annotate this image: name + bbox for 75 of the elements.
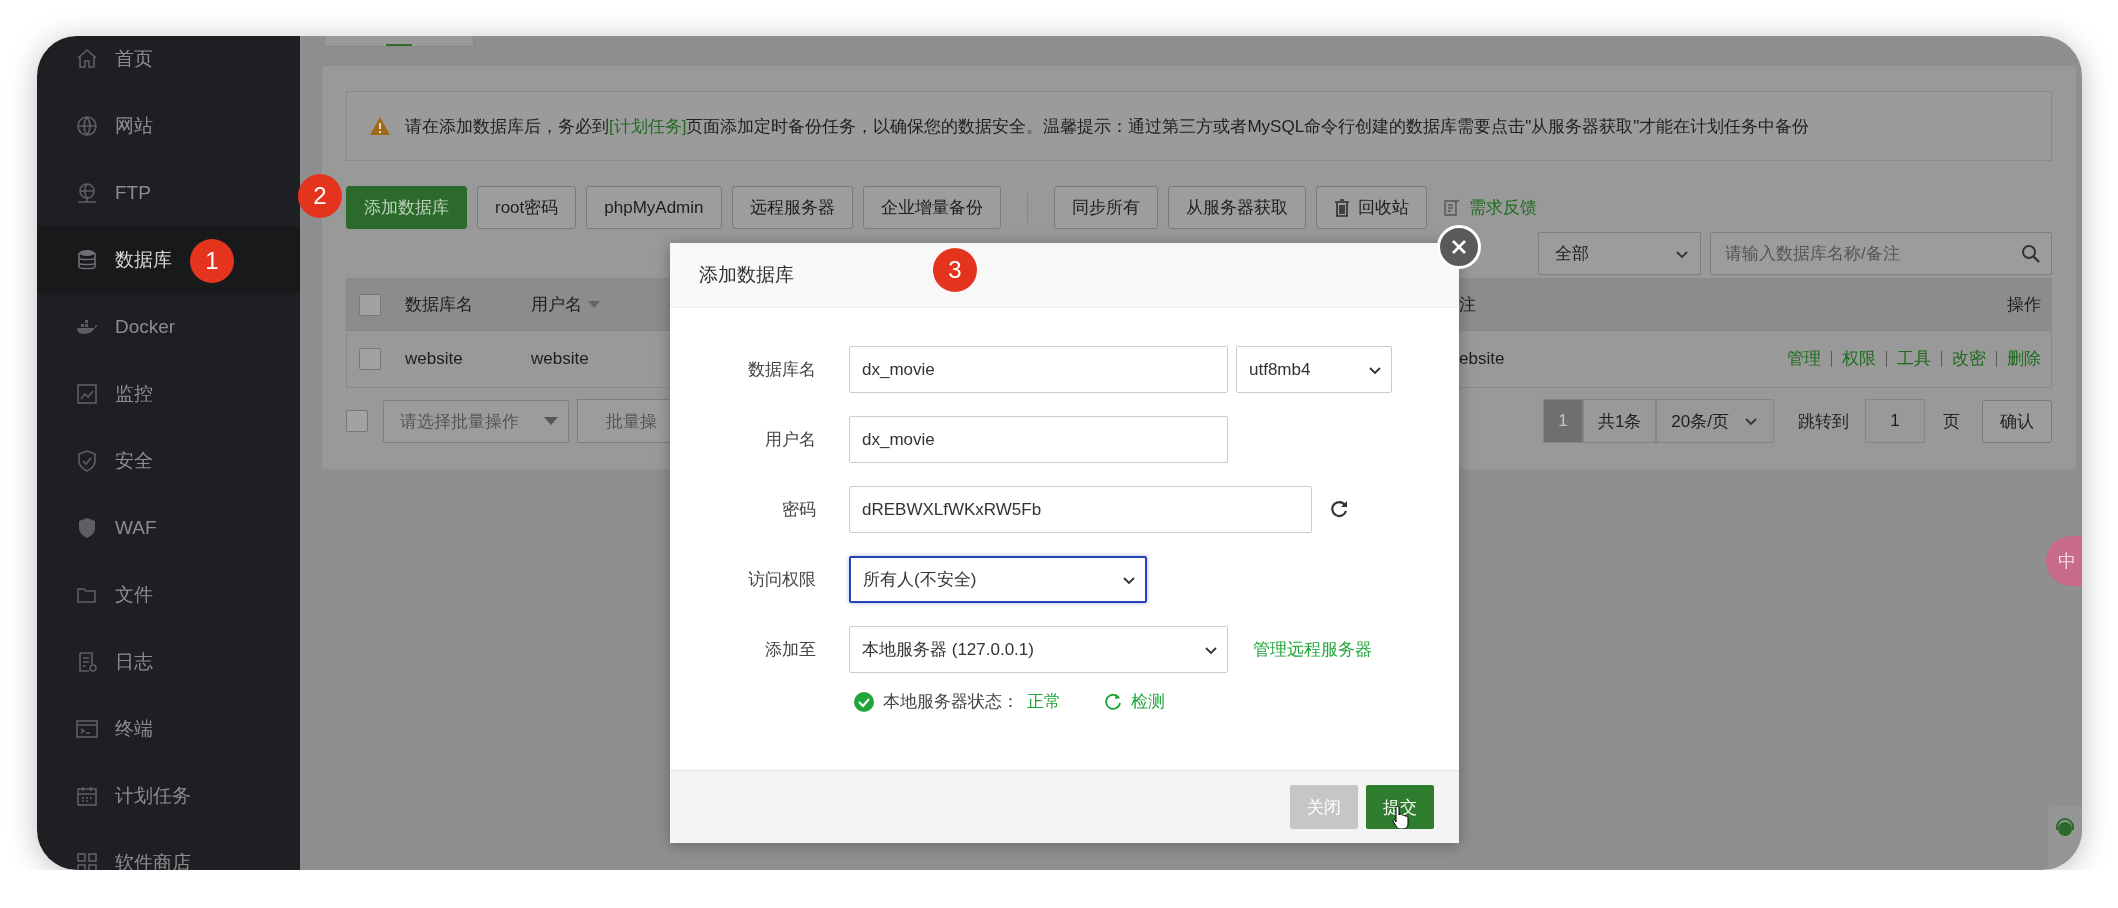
refresh-icon[interactable] — [1330, 499, 1350, 520]
sidebar-item[interactable]: 监控 — [37, 360, 300, 427]
shield-icon — [75, 448, 99, 473]
sidebar-item[interactable]: 文件 — [37, 561, 300, 628]
sidebar-item[interactable]: 日志 — [37, 628, 300, 695]
sidebar-item[interactable]: FTP — [37, 159, 300, 226]
close-icon — [1451, 239, 1467, 255]
warning-icon — [369, 116, 391, 136]
sidebar-item[interactable]: WAF — [37, 494, 300, 561]
batch-button[interactable]: 批量操 — [577, 399, 673, 443]
page-size-select[interactable]: 20条/页 — [1656, 399, 1774, 443]
batch-select[interactable]: 请选择批量操作 — [383, 399, 569, 443]
select-all-checkbox[interactable] — [359, 293, 381, 316]
notice-text: 请在添加数据库后，务必到[计划任务]页面添加定时备份任务，以确保您的数据安全。温馨提示：通过第三方或者MySQL命令行创建的数据库需要点击"从服务器获取"才能在计划任务中备份 — [405, 115, 1810, 138]
input-field[interactable]: dx_movie — [849, 346, 1228, 393]
caret-icon — [544, 416, 558, 426]
sidebar-item[interactable]: 计划任务 — [37, 762, 300, 829]
field-label: 添加至 — [764, 639, 816, 661]
toolbar-button[interactable]: root密码 — [477, 186, 577, 229]
globe-icon — [75, 180, 99, 205]
toolbar-button[interactable]: phpMyAdmin — [586, 186, 722, 229]
trash-icon — [1333, 198, 1350, 217]
table-cell-text: website — [405, 349, 464, 369]
home-icon — [75, 46, 99, 71]
charset-select[interactable]: utf8mb4 — [1236, 346, 1392, 393]
chart-icon — [75, 381, 99, 406]
confirm-button[interactable]: 确认 — [1982, 399, 2052, 443]
toolbar-button[interactable]: 企业增量备份 — [862, 186, 1001, 229]
toolbar-button[interactable]: 从服务器获取 — [1167, 186, 1306, 229]
sidebar-item[interactable]: Docker — [37, 293, 300, 360]
sidebar-item[interactable]: 安全 — [37, 427, 300, 494]
type-select[interactable]: 全部 — [1538, 232, 1701, 275]
recycle-bin-button[interactable]: 回收站 — [1315, 186, 1427, 229]
table-cell-text: website — [531, 349, 590, 369]
grid-icon — [75, 850, 99, 870]
manage-servers-link[interactable]: 管理远程服务器 — [1253, 638, 1372, 661]
field-label: 访问权限 — [747, 569, 816, 591]
total-count: 共1条 — [1582, 399, 1657, 443]
sidebar-item[interactable]: 终端 — [37, 695, 300, 762]
check-circle-icon — [853, 690, 875, 713]
globe-icon — [75, 113, 99, 138]
table-cell-text: ebsite — [1459, 349, 1506, 369]
select-all-checkbox[interactable] — [346, 410, 368, 432]
field-label: 数据库名 — [747, 359, 816, 381]
sidebar-item[interactable]: 网站 — [37, 92, 300, 159]
page-unit: 页 — [1942, 410, 1961, 433]
access-select[interactable]: 所有人(不安全) — [849, 556, 1147, 603]
jump-label: 跳转到 — [1797, 410, 1850, 433]
column-header: 数据库名 — [405, 294, 474, 316]
toolbar-button[interactable]: 远程服务器 — [731, 186, 853, 229]
search-icon — [2021, 243, 2041, 264]
page-number[interactable]: 1 — [1542, 399, 1583, 443]
password-field[interactable]: dREBWXLfWKxRW5Fb — [849, 486, 1312, 533]
check-link[interactable]: 检测 — [1103, 690, 1165, 713]
status-label: 本地服务器状态： — [883, 691, 1019, 713]
add-database-button[interactable]: 添加数据库 — [346, 186, 467, 229]
sidebar-item[interactable]: 首页 — [37, 36, 300, 92]
support-panel[interactable] — [2048, 806, 2082, 870]
column-header: 注 — [1459, 294, 1477, 316]
dialog-title: 添加数据库 — [699, 263, 794, 287]
database-icon — [75, 247, 99, 272]
note-icon — [1442, 198, 1461, 217]
search-field[interactable]: 请输入数据库名称/备注 — [1710, 232, 2052, 275]
field-label: 密码 — [781, 499, 816, 521]
server-select[interactable]: 本地服务器 (127.0.0.1) — [849, 626, 1228, 673]
sort-caret-icon — [588, 300, 600, 309]
toolbar-button[interactable]: 同步所有 — [1053, 186, 1158, 229]
field-label: 用户名 — [764, 429, 816, 451]
page-input[interactable]: 1 — [1865, 399, 1925, 443]
row-checkbox[interactable] — [359, 348, 381, 370]
input-field[interactable]: dx_movie — [849, 416, 1228, 463]
status-value: 正常 — [1027, 691, 1061, 713]
column-header: 操作 — [2007, 294, 2041, 316]
column-header[interactable]: 用户名 — [531, 293, 669, 316]
refresh-icon — [1103, 691, 1123, 712]
